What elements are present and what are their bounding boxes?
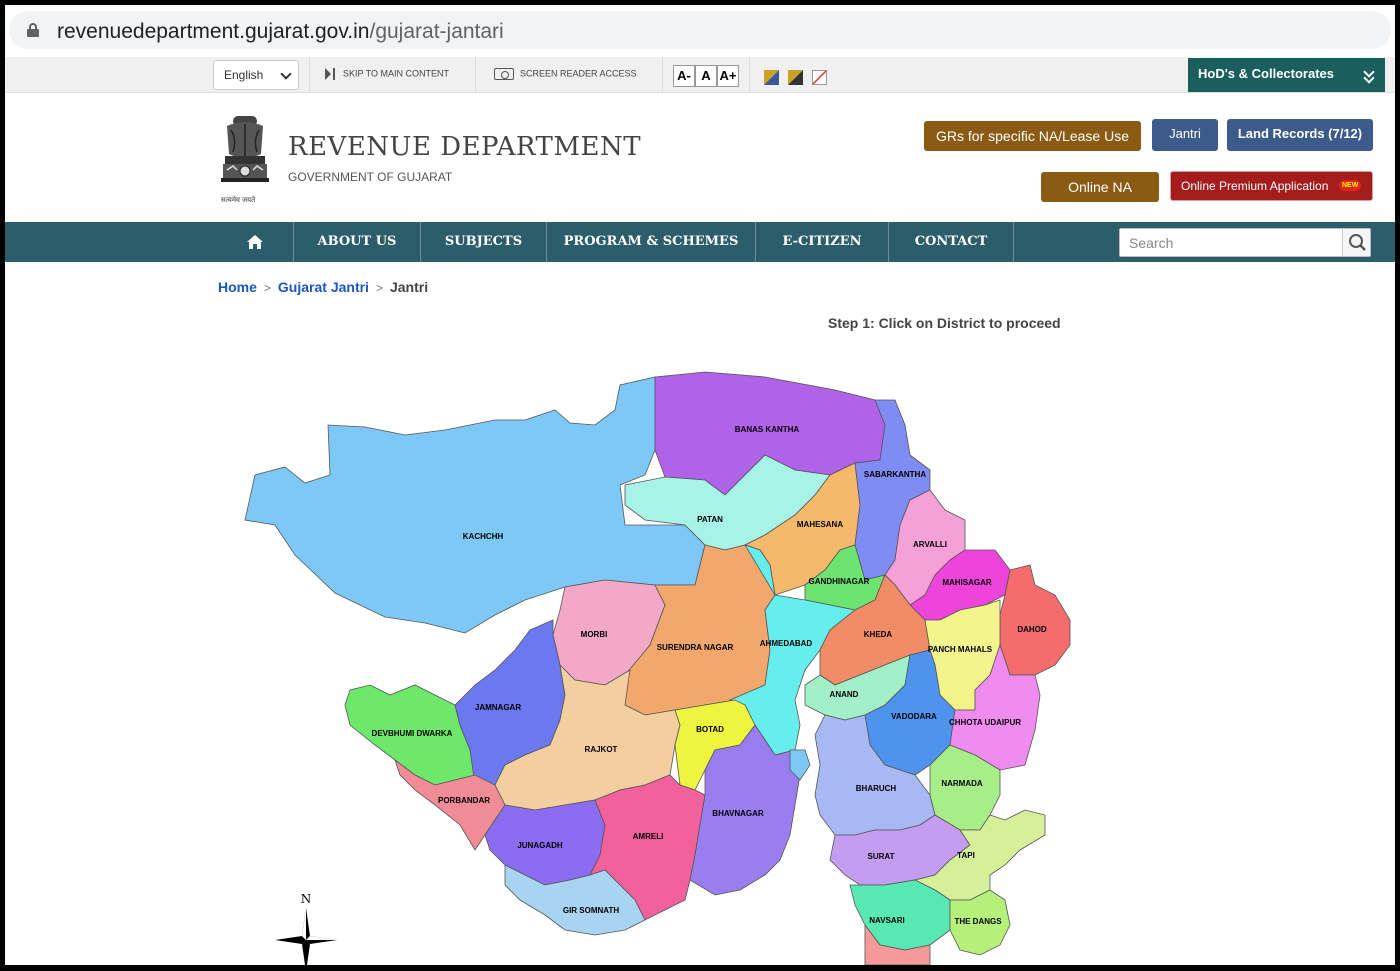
label-amreli: AMRELI bbox=[633, 832, 664, 841]
label-anand: ANAND bbox=[830, 690, 859, 699]
label-kachchh: KACHCHH bbox=[463, 532, 504, 541]
label-narmada: NARMADA bbox=[941, 779, 983, 788]
label-gir-somnath: GIR SOMNATH bbox=[563, 906, 620, 915]
label-navsari: NAVSARI bbox=[869, 916, 904, 925]
label-bharuch: BHARUCH bbox=[856, 784, 897, 793]
label-vadodara: VADODARA bbox=[891, 712, 937, 721]
label-botad: BOTAD bbox=[696, 725, 724, 734]
label-kheda: KHEDA bbox=[864, 630, 893, 639]
label-mahisagar: MAHISAGAR bbox=[942, 578, 992, 587]
label-rajkot: RAJKOT bbox=[585, 745, 618, 754]
label-banas-kantha: BANAS KANTHA bbox=[735, 425, 800, 434]
label-the-dangs: THE DANGS bbox=[954, 917, 1002, 926]
label-arvalli: ARVALLI bbox=[913, 540, 947, 549]
browser-window: revenuedepartment.gujarat.gov.in/gujarat… bbox=[5, 5, 1395, 965]
label-bhavnagar: BHAVNAGAR bbox=[712, 809, 764, 818]
label-panch-mahals: PANCH MAHALS bbox=[928, 645, 993, 654]
label-jamnagar: JAMNAGAR bbox=[475, 703, 521, 712]
label-patan: PATAN bbox=[697, 515, 723, 524]
label-sabarkantha: SABARKANTHA bbox=[864, 470, 926, 479]
compass-north-label: N bbox=[301, 892, 312, 906]
label-mahesana: MAHESANA bbox=[797, 520, 843, 529]
label-morbi: MORBI bbox=[581, 630, 608, 639]
district-dahod[interactable] bbox=[999, 564, 1071, 676]
label-chhota-udaipur: CHHOTA UDAIPUR bbox=[949, 718, 1021, 727]
gujarat-district-map: KACHCHH BANAS KANTHA PATAN MAHESANA SABA… bbox=[244, 371, 1071, 965]
compass-rose-icon: N bbox=[275, 892, 337, 965]
label-surendra-nagar: SURENDRA NAGAR bbox=[657, 643, 734, 652]
label-devbhumi-dwarka: DEVBHUMI DWARKA bbox=[372, 729, 453, 738]
label-ahmedabad: AHMEDABAD bbox=[760, 639, 813, 648]
label-dahod: DAHOD bbox=[1017, 625, 1047, 634]
label-gandhinagar: GANDHINAGAR bbox=[809, 577, 870, 586]
label-junagadh: JUNAGADH bbox=[517, 841, 563, 850]
label-surat: SURAT bbox=[868, 852, 895, 861]
label-porbandar: PORBANDAR bbox=[438, 796, 490, 805]
label-tapi: TAPI bbox=[957, 851, 975, 860]
